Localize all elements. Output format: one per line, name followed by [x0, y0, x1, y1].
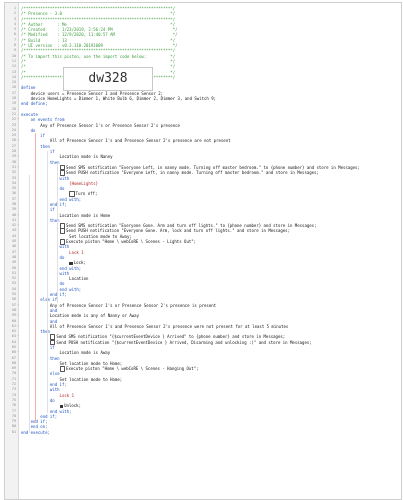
piston-code-editor: 1/**************************************… — [4, 2, 402, 500]
indent-guide — [35, 133, 36, 423]
lock-icon — [69, 262, 73, 265]
indent-guide — [47, 151, 48, 413]
code-line: 81 end execute; — [5, 430, 401, 435]
indent-guide — [29, 175, 30, 433]
import-code-box: dw328 — [63, 67, 153, 91]
code-text: end execute; — [21, 429, 50, 435]
import-code-text: dw328 — [88, 71, 128, 86]
lock-icon — [59, 405, 64, 408]
indent-guide — [57, 163, 58, 303]
line-number: 81 — [11, 429, 16, 434]
